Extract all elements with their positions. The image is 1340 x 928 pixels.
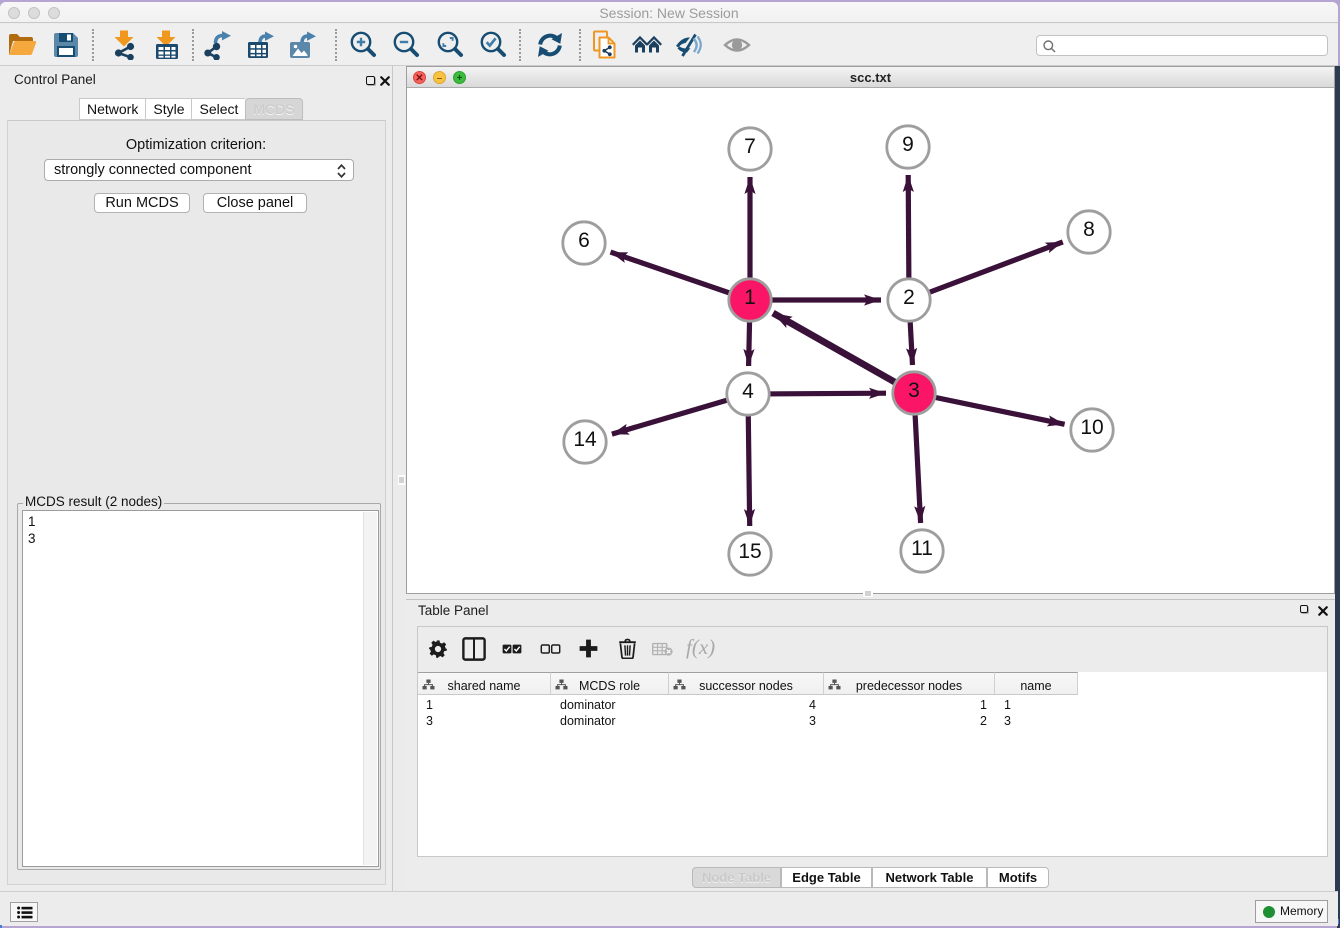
svg-text:15: 15	[738, 540, 761, 563]
svg-text:1: 1	[744, 286, 756, 309]
svg-text:4: 4	[742, 380, 754, 403]
svg-text:14: 14	[573, 428, 597, 451]
svg-text:2: 2	[903, 286, 915, 309]
svg-text:6: 6	[578, 229, 590, 252]
svg-text:11: 11	[911, 537, 933, 560]
svg-text:3: 3	[908, 379, 920, 402]
svg-text:8: 8	[1083, 218, 1095, 241]
svg-text:7: 7	[744, 135, 756, 158]
svg-text:10: 10	[1080, 416, 1103, 439]
svg-text:9: 9	[902, 133, 914, 156]
